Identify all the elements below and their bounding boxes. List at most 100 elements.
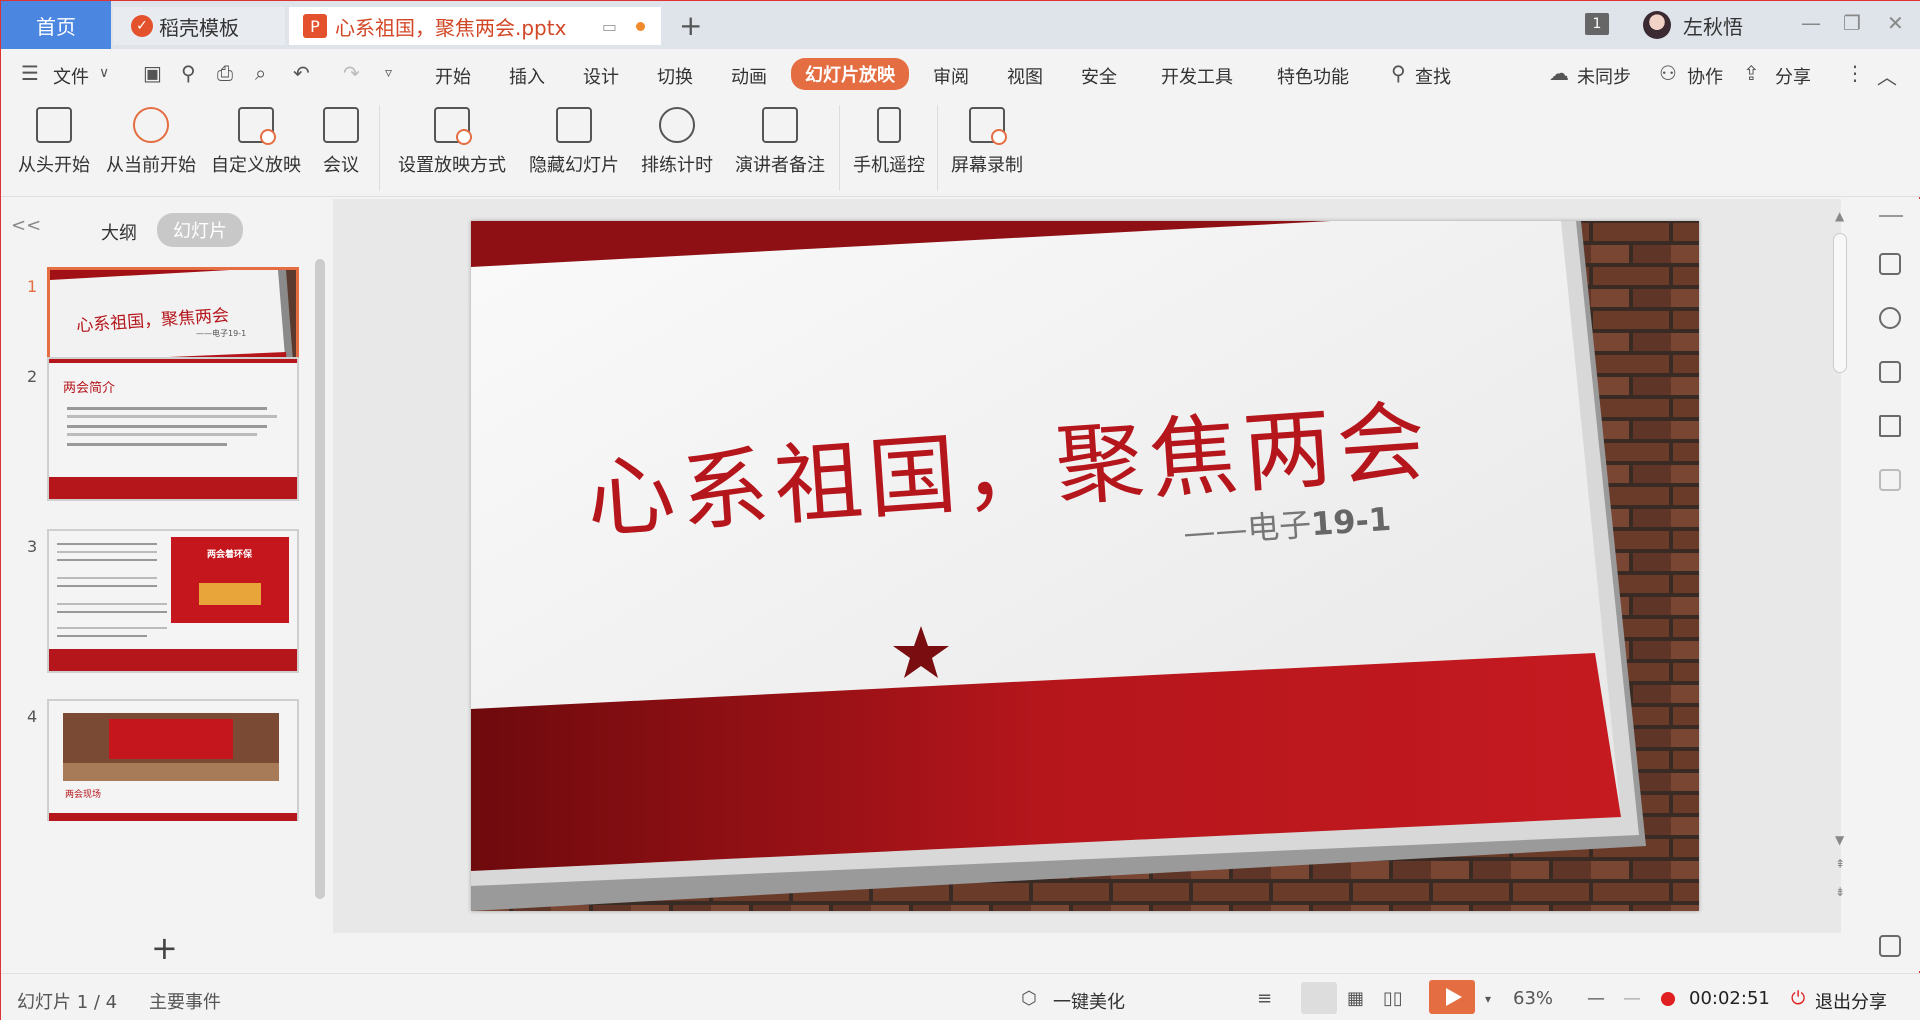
hamburger-icon[interactable]: ☰ [21, 61, 39, 85]
meeting-button[interactable]: 会议 [315, 107, 367, 177]
recording-dot-icon [1661, 992, 1675, 1006]
more-quick-icon[interactable]: ▿ [385, 65, 392, 81]
zoom-out-icon[interactable]: — [1587, 988, 1605, 1009]
presenter-notes-label: 演讲者备注 [735, 155, 825, 176]
tab-template[interactable]: ✓ 稻壳模板 [113, 7, 285, 45]
reading-view-icon[interactable]: ▯▯ [1383, 988, 1403, 1009]
add-slide-button[interactable]: + [151, 929, 178, 967]
properties-icon[interactable] [1879, 253, 1901, 275]
thumb-number: 4 [27, 707, 38, 726]
zoom-slider[interactable]: — [1623, 988, 1641, 1009]
normal-view-icon[interactable] [1301, 982, 1337, 1014]
canvas-vertical-scrollbar[interactable] [1833, 233, 1847, 373]
zoom-level[interactable]: 63% [1513, 988, 1553, 1009]
new-tab-button[interactable]: + [679, 9, 702, 42]
share-button[interactable]: 分享 [1775, 63, 1811, 89]
menu-transition[interactable]: 切换 [657, 63, 693, 89]
menu-view[interactable]: 视图 [1007, 63, 1043, 89]
print-icon[interactable]: ⎙ [217, 61, 233, 85]
rehearse-timing-button[interactable]: 排练计时 [635, 107, 719, 177]
print-preview-icon[interactable]: ⌕ [255, 61, 266, 85]
window-count-badge[interactable]: 1 [1585, 13, 1609, 35]
menu-features[interactable]: 特色功能 [1277, 63, 1349, 89]
restore-button[interactable]: ❐ [1843, 11, 1861, 35]
menu-review[interactable]: 审阅 [933, 63, 969, 89]
presenter-notes-button[interactable]: 演讲者备注 [735, 107, 825, 177]
scroll-down-icon[interactable]: ▼ [1835, 833, 1844, 847]
phone-remote-button[interactable]: 手机遥控 [853, 107, 925, 177]
tab-slides[interactable]: 幻灯片 [157, 213, 243, 247]
cloud-icon: ☁ [1549, 61, 1569, 85]
menu-design[interactable]: 设计 [583, 63, 619, 89]
avatar[interactable] [1643, 11, 1671, 39]
menu-developer[interactable]: 开发工具 [1161, 63, 1233, 89]
sorter-view-icon[interactable]: ▦ [1347, 988, 1364, 1009]
sync-status[interactable]: 未同步 [1577, 63, 1631, 89]
rehearse-timing-label: 排练计时 [641, 155, 713, 176]
play-circle-icon [133, 107, 169, 143]
custom-show-button[interactable]: 自定义放映 [211, 107, 301, 177]
tab-outline[interactable]: 大纲 [101, 219, 137, 245]
notes-toggle-icon[interactable]: ≡ [1257, 988, 1272, 1009]
monitor-icon[interactable]: ▭ [602, 17, 617, 36]
thumbnail-scrollbar[interactable] [315, 259, 325, 899]
tab-template-label: 稻壳模板 [159, 15, 239, 40]
slide-thumb-4[interactable]: 两会现场 [47, 699, 299, 821]
custom-show-icon [238, 107, 276, 145]
menu-security[interactable]: 安全 [1081, 63, 1117, 89]
slide-subtitle-prefix: ——电子 [1182, 505, 1313, 553]
chevron-down-icon[interactable]: ∨ [99, 65, 109, 81]
slide-thumbnail-panel: << 大纲 幻灯片 1 心系祖国，聚焦两会 ——电子19-1 2 两会简介 3 … [1, 199, 331, 971]
screen-record-button[interactable]: 屏幕录制 [951, 107, 1023, 177]
slide-thumb-2[interactable]: 两会简介 [47, 357, 299, 501]
pptx-file-icon: P [303, 14, 327, 38]
menu-animation[interactable]: 动画 [731, 63, 767, 89]
play-from-start-button[interactable]: 从头开始 [17, 107, 91, 177]
screen-record-label: 屏幕录制 [951, 155, 1023, 176]
transition-icon[interactable] [1879, 361, 1901, 383]
close-button[interactable]: ✕ [1887, 11, 1904, 35]
menu-home[interactable]: 开始 [435, 63, 471, 89]
slide-canvas: 心系祖国，聚焦两会 ——电子19-1 [333, 199, 1841, 933]
minimize-button[interactable]: — [1801, 11, 1821, 35]
design-icon[interactable] [1879, 415, 1901, 437]
screen-record-icon [969, 107, 1007, 145]
notes-button[interactable]: 主要事件 [149, 988, 221, 1014]
menu-file[interactable]: 文件 [53, 63, 89, 89]
play-slideshow-button[interactable] [1429, 980, 1475, 1014]
play-from-current-button[interactable]: 从当前开始 [105, 107, 197, 177]
search-button[interactable]: 查找 [1415, 63, 1451, 89]
search-icon[interactable]: ⚲ [1391, 61, 1406, 85]
beautify-button[interactable]: 一键美化 [1053, 988, 1125, 1014]
setup-show-button[interactable]: 设置放映方式 [393, 107, 511, 177]
redo-icon[interactable]: ↷ [343, 61, 360, 85]
collapse-panel-button[interactable]: << [11, 215, 41, 236]
thumb-3-art [49, 531, 297, 671]
collab-button[interactable]: 协作 [1687, 63, 1723, 89]
grid-view-icon[interactable] [1879, 935, 1901, 957]
next-slide-icon[interactable]: ⇟ [1835, 885, 1845, 899]
collapse-ribbon-icon[interactable]: ︿ [1877, 61, 1897, 90]
meeting-label: 会议 [323, 155, 359, 176]
prev-slide-icon[interactable]: ⇞ [1835, 857, 1845, 871]
menu-slideshow[interactable]: 幻灯片放映 [791, 58, 909, 90]
animation-icon[interactable] [1879, 307, 1901, 329]
exit-share-button[interactable]: 退出分享 [1815, 988, 1887, 1014]
format-painter-icon[interactable]: ⚲ [181, 61, 196, 85]
scroll-up-icon[interactable]: ▲ [1835, 209, 1844, 223]
play-options-icon[interactable]: ▾ [1485, 992, 1491, 1006]
username[interactable]: 左秋悟 [1683, 11, 1743, 40]
tab-home[interactable]: 首页 [1, 1, 111, 49]
save-icon[interactable]: ▣ [143, 61, 162, 85]
current-slide[interactable]: 心系祖国，聚焦两会 ——电子19-1 [471, 221, 1699, 911]
thumb-3-title: 两会着环保 [207, 550, 253, 560]
slide-thumb-3[interactable]: 两会着环保 [47, 529, 299, 673]
menu-insert[interactable]: 插入 [509, 63, 545, 89]
presenter-notes-icon [762, 107, 798, 143]
cube-icon[interactable] [1879, 469, 1901, 491]
tab-document[interactable]: P 心系祖国，聚焦两会.pptx ▭ [289, 7, 661, 45]
undo-icon[interactable]: ↶ [293, 61, 310, 85]
power-icon[interactable]: ⏻ [1791, 988, 1805, 1009]
hide-slide-button[interactable]: 隐藏幻灯片 [529, 107, 619, 177]
more-vertical-icon[interactable]: ⋮ [1845, 61, 1865, 85]
